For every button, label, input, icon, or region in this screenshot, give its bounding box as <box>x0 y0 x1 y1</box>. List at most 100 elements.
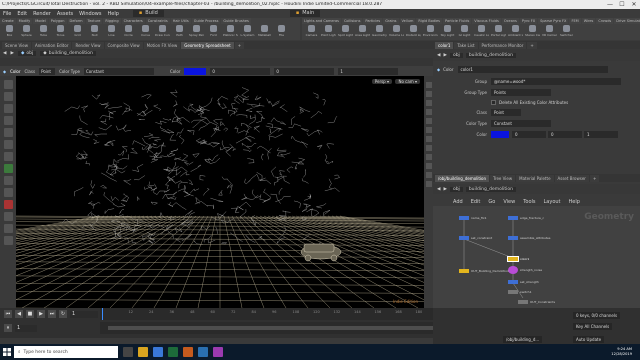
shelf-left-tab-3[interactable]: Polygon <box>48 18 67 24</box>
forward-arrow-icon[interactable]: ▶ <box>10 51 13 56</box>
color-b-field[interactable]: 1 <box>338 67 399 75</box>
jump-end-icon[interactable]: ⏭ <box>48 310 56 318</box>
shelf-tool-gi-light[interactable]: GI Light <box>457 25 472 37</box>
net-menu-layout[interactable]: Layout <box>544 199 561 205</box>
net-obj-crumb[interactable]: obj <box>449 186 463 192</box>
param-color-r[interactable]: 0 <box>512 130 546 138</box>
view-tool-icon[interactable] <box>3 152 13 161</box>
tab-material-palette[interactable]: Material Palette <box>516 174 554 182</box>
delete-attribs-checkbox[interactable] <box>491 99 496 105</box>
shelf-tool-vr-camera[interactable]: VR Camera <box>542 25 557 37</box>
shelf-tool-grid[interactable]: Grid <box>70 25 85 37</box>
node-set-strength[interactable]: set_strength <box>508 280 539 284</box>
windows-start-icon[interactable] <box>0 344 14 360</box>
shelf-tool-draw-curve[interactable]: Draw Curve <box>155 25 170 37</box>
transform-tool-icon[interactable] <box>3 92 13 101</box>
shelf-tool-caustic-light[interactable]: Caustic Light <box>474 25 489 37</box>
shelf-tool-metaball[interactable]: Metaball <box>257 25 272 37</box>
param-node-name-field[interactable]: color1 <box>457 65 608 73</box>
node-edge-fracture[interactable]: edge_fracture_c <box>508 216 544 220</box>
shelf-right-tab-2[interactable]: Particles <box>363 18 383 24</box>
node-color1[interactable]: color1 <box>507 256 529 262</box>
camera-menu[interactable]: No cam ▾ <box>395 79 420 84</box>
grid-snap-icon[interactable] <box>3 236 13 245</box>
network-editor[interactable]: Geometry name_fix1 edge_fracture_c set_c… <box>433 206 640 310</box>
shelf-right-tab-4[interactable]: Vellum <box>399 18 416 24</box>
shelf-tool-null[interactable]: Null <box>87 25 102 37</box>
step-back-icon[interactable]: ◀ <box>15 310 23 318</box>
net-menu-add[interactable]: Add <box>453 199 463 205</box>
display-icon-2[interactable] <box>425 91 432 97</box>
tab-performance-monitor[interactable]: Performance Monitor <box>478 41 527 49</box>
current-frame-field[interactable]: 1 <box>70 310 98 318</box>
shelf-tool-circle[interactable]: Circle <box>121 25 136 37</box>
class-dropdown[interactable]: Point <box>39 67 56 75</box>
shelf-right-tab-0[interactable]: Lights and Cameras <box>302 18 341 24</box>
tab-motion-fx-view[interactable]: Motion FX View <box>143 41 181 49</box>
node-strength-noise[interactable]: strength_noise <box>508 266 542 274</box>
shelf-right-tab-11[interactable]: FEM <box>569 18 581 24</box>
houdini-icon[interactable] <box>183 347 193 357</box>
shelf-tool-portal-light[interactable]: Portal Light <box>491 25 506 37</box>
minimize-button[interactable]: — <box>604 1 616 8</box>
stop-icon[interactable]: ■ <box>26 310 34 318</box>
net-back-icon[interactable]: ◀ <box>437 187 440 192</box>
param-color-swatch[interactable] <box>491 130 509 138</box>
net-menu-tools[interactable]: Tools <box>523 199 535 205</box>
pose-tool-icon[interactable] <box>3 140 13 149</box>
app-icon-5[interactable] <box>198 347 208 357</box>
shelf-right-tab-5[interactable]: Rigid Bodies <box>416 18 443 24</box>
shelf-right-tab-8[interactable]: Oceans <box>501 18 519 24</box>
net-forward-icon[interactable]: ▶ <box>443 187 446 192</box>
color-swatch[interactable] <box>184 67 207 75</box>
shelf-left-tab-2[interactable]: Model <box>33 18 48 24</box>
param-obj-crumb[interactable]: obj <box>449 52 463 58</box>
main-shelf-selector[interactable]: ▪ Main <box>289 10 321 17</box>
shelf-tool-spray-paint[interactable]: Spray Paint <box>189 25 204 37</box>
app-icon-6[interactable] <box>213 347 223 357</box>
menu-help[interactable]: Help <box>107 11 118 17</box>
shelf-tool-stereo-camera[interactable]: Stereo Camera <box>525 25 540 37</box>
display-icon-6[interactable] <box>425 127 432 133</box>
net-menu-help[interactable]: Help <box>569 199 580 205</box>
menu-assets[interactable]: Assets <box>57 11 73 17</box>
shelf-tool-switcher[interactable]: Switcher <box>559 25 574 37</box>
node-out-building[interactable]: OUT_Building_Demolition <box>459 269 509 273</box>
param-node-crumb[interactable]: building_demolition <box>465 52 516 58</box>
playhead-marker[interactable] <box>102 308 103 320</box>
taskbar-search[interactable]: ⌕ Type here to search <box>14 346 118 358</box>
param-color-g[interactable]: 0 <box>548 130 582 138</box>
group-type-dropdown[interactable]: Points <box>491 88 551 96</box>
display-icon-5[interactable] <box>425 118 432 124</box>
shelf-tool-file[interactable]: File <box>274 25 289 37</box>
node-switch[interactable]: switch1 <box>508 290 532 294</box>
shelf-right-tab-7[interactable]: Viscous Fluids <box>472 18 501 24</box>
handle-tool-icon[interactable] <box>3 128 13 137</box>
param-forward-icon[interactable]: ▶ <box>443 53 446 58</box>
shelf-tool-environment-light[interactable]: Environment Light <box>423 25 438 37</box>
node-name-fix[interactable]: name_fix1 <box>459 216 487 220</box>
display-icon-9[interactable] <box>425 154 432 160</box>
menu-file[interactable]: File <box>3 11 11 17</box>
shelf-right-tab-9[interactable]: Pyro FX <box>519 18 538 24</box>
add-param-tab-button[interactable]: + <box>527 41 537 49</box>
shelf-tool-area-light[interactable]: Area Light <box>355 25 370 37</box>
snap-tool-icon[interactable] <box>3 164 13 173</box>
shelf-left-tab-6[interactable]: Rigging <box>103 18 121 24</box>
shelf-tool-geometry-light[interactable]: Geometry Light <box>372 25 387 37</box>
shelf-tool-curve[interactable]: Curve <box>138 25 153 37</box>
file-explorer-icon[interactable] <box>138 347 148 357</box>
shelf-left-tab-4[interactable]: Deform <box>67 18 85 24</box>
display-icon-1[interactable] <box>425 82 432 88</box>
range-start-field[interactable]: 1 <box>15 324 37 332</box>
shelf-right-tab-14[interactable]: Drive Simulation <box>614 18 640 24</box>
shelf-tool-spot-light[interactable]: Spot Light <box>338 25 353 37</box>
add-network-tab-button[interactable]: + <box>589 174 600 182</box>
display-icon-12[interactable] <box>425 181 432 187</box>
shelf-tool-path[interactable]: Path <box>172 25 187 37</box>
shelf-right-tab-1[interactable]: Collisions <box>341 18 363 24</box>
shelf-left-tab-1[interactable]: Modify <box>16 18 33 24</box>
tab-color1[interactable]: color1 <box>435 41 454 49</box>
play-icon[interactable]: ▶ <box>37 310 45 318</box>
desktop-build-selector[interactable]: ▪ Build <box>132 10 164 17</box>
